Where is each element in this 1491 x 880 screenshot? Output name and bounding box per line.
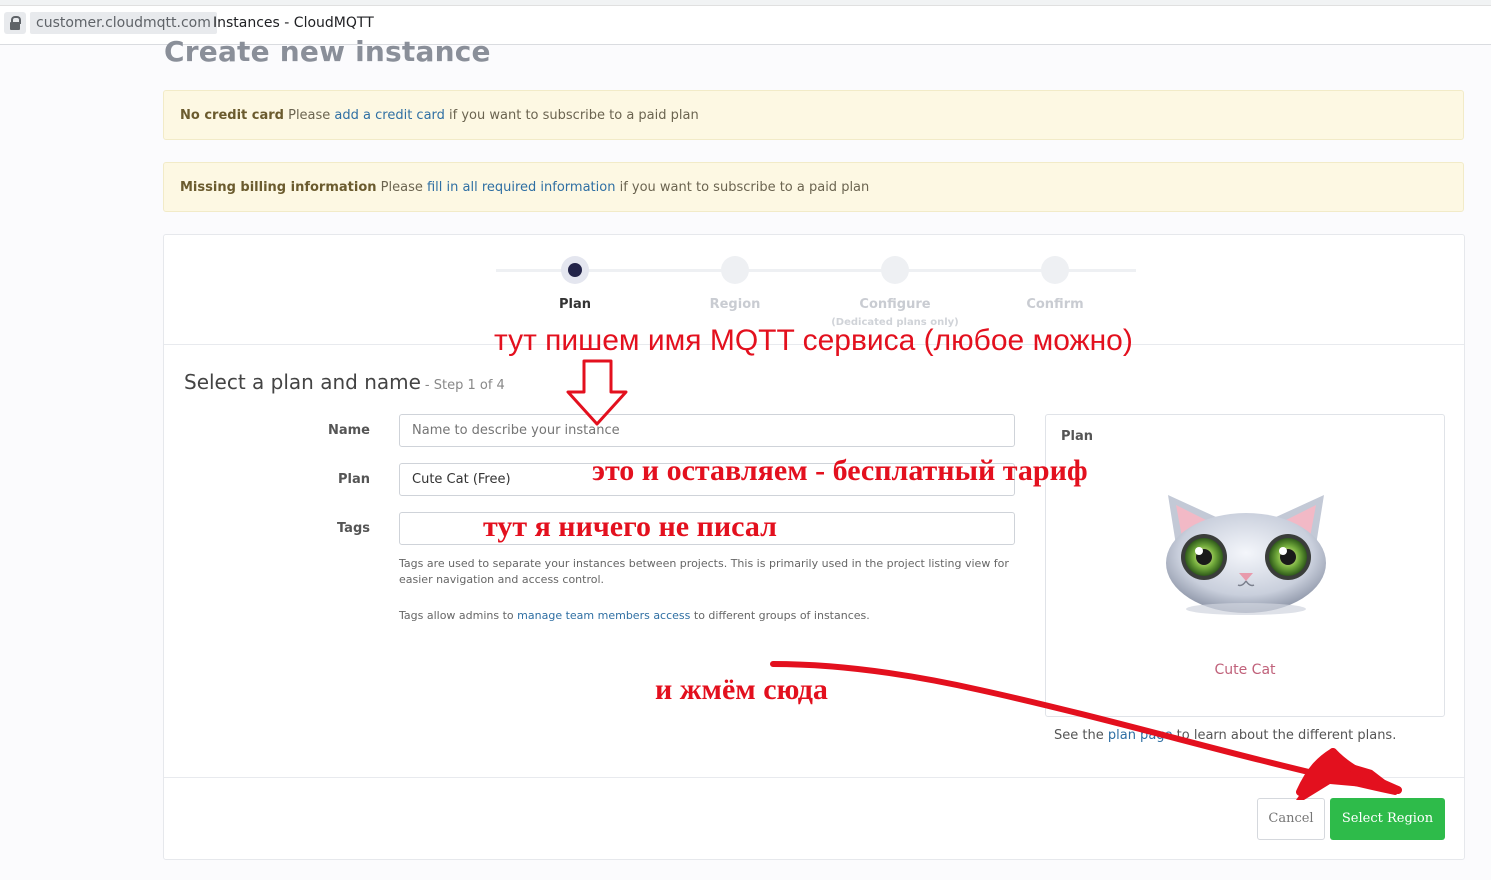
step-dot-plan[interactable] <box>561 256 589 284</box>
section-title-text: Select a plan and name <box>184 370 421 394</box>
step-dot-confirm <box>1041 256 1069 284</box>
alert-text: if you want to subscribe to a paid plan <box>615 180 870 195</box>
alert-text: if you want to subscribe to a paid plan <box>444 108 699 123</box>
plan-page-link[interactable]: plan page <box>1108 728 1173 743</box>
tags-help-text: Tags are used to separate your instances… <box>399 557 1009 586</box>
section-step-indicator: - Step 1 of 4 <box>424 378 505 393</box>
alert-text: Please <box>376 180 427 195</box>
browser-top-strip <box>0 0 1491 6</box>
manage-team-access-link[interactable]: manage team members access <box>517 609 690 622</box>
see-plans-pre: See the <box>1054 728 1108 743</box>
url-page-title[interactable]: Instances - CloudMQTT <box>213 12 374 34</box>
annotation-tags-hint: тут я ничего не писал <box>483 510 777 543</box>
plan-panel-title: Plan <box>1061 429 1094 444</box>
alert-no-credit-card: No credit card Please add a credit card … <box>163 90 1464 140</box>
add-credit-card-link[interactable]: add a credit card <box>334 108 444 123</box>
step-label-configure: Configure <box>859 297 931 312</box>
alert-bold-text: Missing billing information <box>180 180 377 195</box>
step-dot-configure <box>881 256 909 284</box>
alert-text: Please <box>283 108 335 123</box>
annotation-plan-hint: это и оставляем - бесплатный тариф <box>592 454 1088 487</box>
step-label-region: Region <box>709 297 761 312</box>
section-title: Select a plan and name - Step 1 of 4 <box>184 370 505 394</box>
step-label-confirm: Confirm <box>1026 297 1084 312</box>
select-region-button[interactable]: Select Region <box>1330 798 1445 840</box>
name-input[interactable] <box>399 414 1015 447</box>
stepper-track <box>496 269 1136 272</box>
page-title: Create new instance <box>164 35 491 68</box>
help-text: Tags allow admins to <box>399 609 518 622</box>
plan-preview-panel: Plan Cute Cat <box>1045 414 1445 717</box>
tags-label: Tags <box>336 521 370 536</box>
step-dot-region <box>721 256 749 284</box>
step-label-plan: Plan <box>558 297 591 312</box>
lock-icon[interactable] <box>4 12 26 34</box>
footer-divider <box>164 777 1464 778</box>
url-domain[interactable]: customer.cloudmqtt.com <box>30 12 217 34</box>
annotation-name-hint: тут пишем имя MQTT сервиса (любое можно) <box>494 324 1133 357</box>
plan-name: Cute Cat <box>1214 662 1276 678</box>
see-plans-post: to learn about the different plans. <box>1172 728 1397 743</box>
cute-cat-mascot-icon <box>1166 495 1326 615</box>
see-plans-text: See the plan page to learn about the dif… <box>1054 728 1396 743</box>
alert-missing-billing: Missing billing information Please fill … <box>163 162 1464 212</box>
name-label: Name <box>327 423 370 438</box>
fill-billing-info-link[interactable]: fill in all required information <box>427 180 615 195</box>
tags-admin-help: Tags allow admins to manage team members… <box>399 608 1009 624</box>
alert-bold-text: No credit card <box>180 108 284 123</box>
annotation-click-hint: и жмём сюда <box>655 673 828 706</box>
help-text: to different groups of instances. <box>690 609 870 622</box>
plan-label: Plan <box>337 472 370 487</box>
cancel-button[interactable]: Cancel <box>1257 798 1325 840</box>
